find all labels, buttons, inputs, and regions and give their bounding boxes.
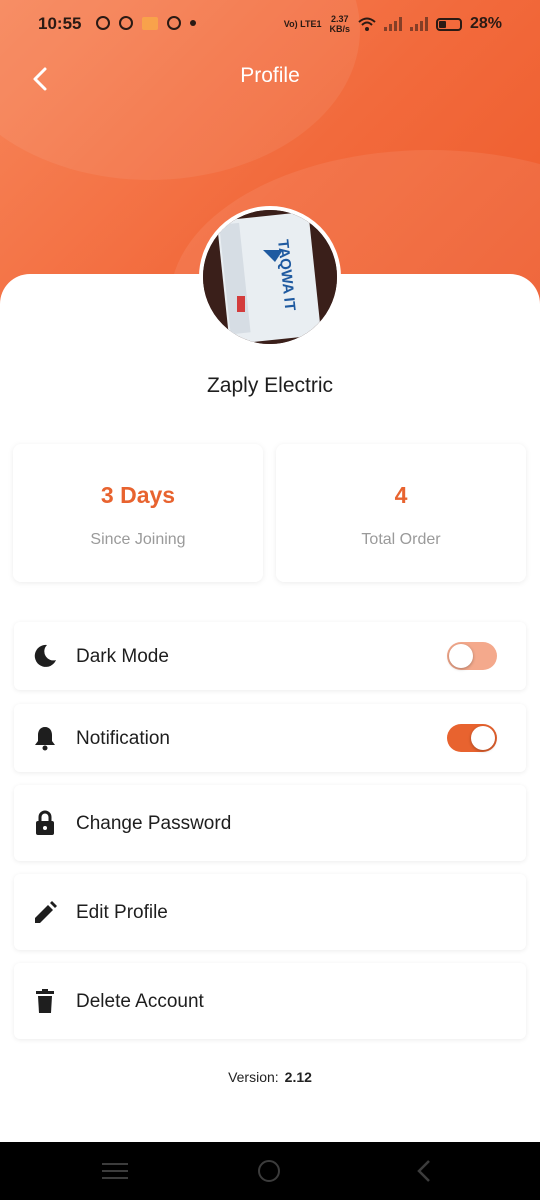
facebook-icon (167, 16, 181, 30)
stat-card-since-joining: 3 Days Since Joining (13, 444, 263, 582)
volte-indicator: Vo) LTE1 (283, 18, 322, 29)
avatar-photo: TAQWA IT (203, 210, 337, 344)
net-speed-unit: KB/s (329, 24, 350, 34)
play-icon (119, 16, 133, 30)
recent-apps-icon[interactable] (102, 1163, 128, 1184)
battery-icon (435, 17, 462, 31)
system-nav-bar (0, 1142, 540, 1200)
setting-label: Dark Mode (76, 646, 169, 667)
stat-value: 4 (394, 482, 408, 508)
setting-label: Delete Account (76, 991, 204, 1012)
stat-value: 3 Days (100, 482, 176, 508)
app-version: Version: 2.12 (0, 1069, 540, 1085)
setting-label: Notification (76, 728, 170, 749)
signal-2-icon (409, 17, 428, 31)
toggle-knob (471, 726, 495, 750)
status-bar: 10:55 Vo) LTE1 2.37 KB/s 28% (0, 0, 540, 48)
bell-icon (35, 727, 55, 751)
dark-mode-toggle[interactable] (447, 642, 497, 670)
setting-label: Change Password (76, 813, 232, 834)
status-time: 10:55 (38, 14, 82, 33)
notification-row[interactable]: Notification (14, 704, 526, 772)
wifi-icon (358, 17, 376, 31)
net-speed: 2.37 KB/s (329, 14, 350, 34)
stat-label: Since Joining (90, 531, 186, 548)
setting-label: Edit Profile (76, 902, 168, 923)
messenger-icon (96, 16, 110, 30)
trash-icon (36, 989, 54, 1013)
pencil-icon (35, 901, 57, 923)
page-title: Profile (240, 64, 300, 87)
battery-percent: 28% (469, 15, 502, 32)
edit-profile-row[interactable]: Edit Profile (14, 874, 526, 950)
moon-icon (34, 644, 56, 667)
toggle-knob (449, 644, 473, 668)
stat-label: Total Order (361, 531, 441, 548)
shop-icon (142, 16, 158, 30)
notification-toggle[interactable] (447, 724, 497, 752)
notification-icons (96, 16, 196, 30)
stat-card-total-order: 4 Total Order (276, 444, 526, 582)
version-label: Version: (228, 1069, 279, 1085)
change-password-row[interactable]: Change Password (14, 785, 526, 861)
profile-name: Zaply Electric (206, 374, 334, 397)
home-icon[interactable] (258, 1160, 280, 1182)
more-notifications-dot-icon (190, 20, 196, 26)
lock-icon (36, 810, 54, 835)
version-value: 2.12 (284, 1069, 312, 1085)
delete-account-row[interactable]: Delete Account (14, 963, 526, 1039)
net-speed-value: 2.37 (330, 14, 349, 24)
avatar[interactable]: TAQWA IT (199, 206, 341, 348)
app-bar: Profile (0, 56, 540, 100)
back-icon[interactable] (414, 1158, 434, 1184)
signal-1-icon (383, 17, 402, 31)
dark-mode-row[interactable]: Dark Mode (14, 622, 526, 690)
